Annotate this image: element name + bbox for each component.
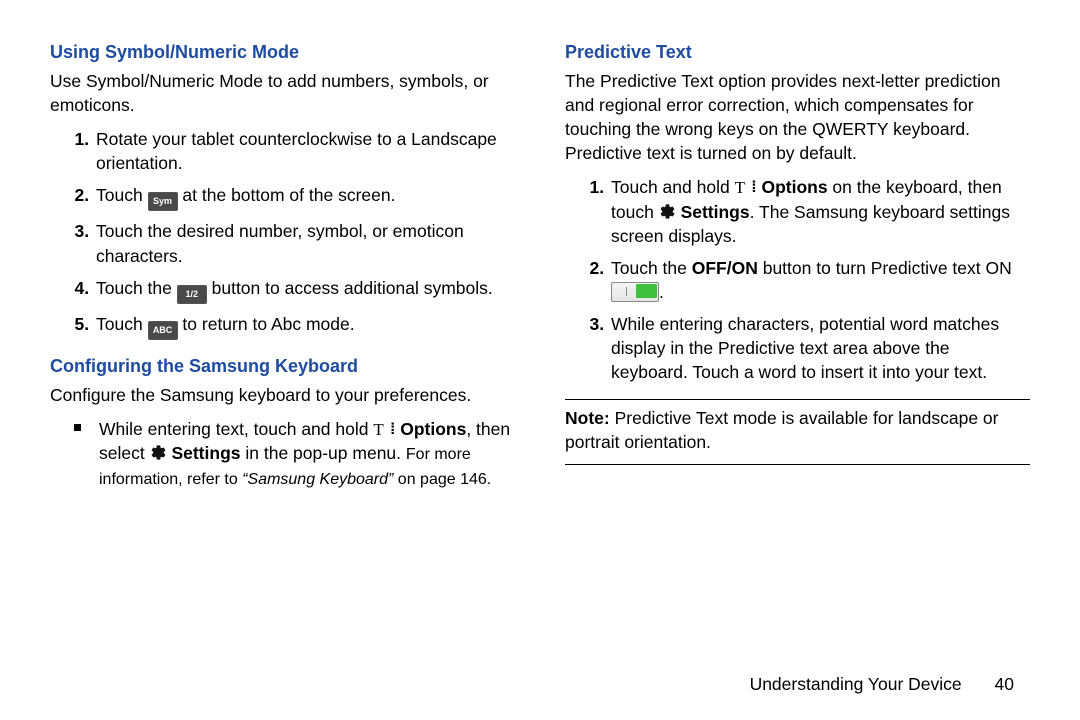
- predictive-note: Note: Predictive Text mode is available …: [565, 406, 1030, 454]
- cfg-d: on page 146.: [393, 471, 491, 488]
- left-column: Using Symbol/Numeric Mode Use Symbol/Num…: [50, 40, 515, 491]
- divider-bottom: [565, 464, 1030, 465]
- p1-settings: Settings: [681, 202, 750, 222]
- p1a: Touch and hold: [611, 177, 735, 197]
- step-5-text-a: Touch: [96, 314, 148, 334]
- gear-icon: [150, 444, 167, 461]
- t-options-icon: [373, 421, 395, 438]
- symbolic-intro: Use Symbol/Numeric Mode to add numbers, …: [50, 69, 515, 117]
- cfg-b: in the pop-up menu.: [241, 443, 406, 463]
- note-text: Predictive Text mode is available for la…: [565, 408, 999, 452]
- step-4-text-a: Touch the: [96, 278, 177, 298]
- gear-icon: [659, 203, 676, 220]
- abc-key-icon: ABC: [148, 321, 178, 340]
- p-step-1: Touch and hold Options on the keyboard, …: [609, 175, 1030, 247]
- cfg-ref: “Samsung Keyboard”: [242, 471, 393, 488]
- configure-intro: Configure the Samsung keyboard to your p…: [50, 383, 515, 407]
- heading-configure-keyboard: Configuring the Samsung Keyboard: [50, 354, 515, 379]
- predictive-steps: Touch and hold Options on the keyboard, …: [565, 175, 1030, 384]
- options-label: Options: [400, 419, 466, 439]
- p-step-3: While entering characters, potential wor…: [609, 312, 1030, 384]
- p2c: .: [659, 282, 664, 302]
- page-body: Using Symbol/Numeric Mode Use Symbol/Num…: [0, 0, 1080, 501]
- sym-key-icon: Sym: [148, 192, 178, 211]
- symbolic-steps: Rotate your tablet counterclockwise to a…: [50, 127, 515, 340]
- p2b: button to turn Predictive text ON: [758, 258, 1012, 278]
- predictive-intro: The Predictive Text option provides next…: [565, 69, 1030, 166]
- p-step-2: Touch the OFF/ON button to turn Predicti…: [609, 256, 1030, 304]
- divider-top: [565, 399, 1030, 400]
- step-5-text-b: to return to Abc mode.: [178, 314, 355, 334]
- step-5: Touch ABC to return to Abc mode.: [94, 312, 515, 340]
- step-2-text-a: Touch: [96, 185, 148, 205]
- p1-options: Options: [761, 177, 827, 197]
- configure-bullet-text: While entering text, touch and hold Opti…: [99, 417, 515, 491]
- footer-section: Understanding Your Device: [750, 674, 962, 694]
- one-two-key-icon: 1/2: [177, 285, 207, 304]
- cfg-a: While entering text, touch and hold: [99, 419, 373, 439]
- square-bullet-icon: [74, 424, 81, 431]
- on-toggle-icon: [611, 282, 659, 302]
- step-4-text-b: button to access additional symbols.: [207, 278, 493, 298]
- p2a: Touch the: [611, 258, 692, 278]
- step-2: Touch Sym at the bottom of the screen.: [94, 183, 515, 211]
- settings-label: Settings: [171, 443, 240, 463]
- configure-bullet: While entering text, touch and hold Opti…: [74, 417, 515, 491]
- page-footer: Understanding Your Device 40: [750, 672, 1014, 696]
- footer-page-number: 40: [995, 672, 1014, 696]
- heading-symbolic-mode: Using Symbol/Numeric Mode: [50, 40, 515, 65]
- p2-offon: OFF/ON: [692, 258, 758, 278]
- step-4: Touch the 1/2 button to access additiona…: [94, 276, 515, 304]
- note-label: Note:: [565, 408, 610, 428]
- step-2-text-b: at the bottom of the screen.: [178, 185, 396, 205]
- t-options-icon: [735, 179, 757, 196]
- right-column: Predictive Text The Predictive Text opti…: [565, 40, 1030, 491]
- step-1: Rotate your tablet counterclockwise to a…: [94, 127, 515, 175]
- step-3: Touch the desired number, symbol, or emo…: [94, 219, 515, 267]
- heading-predictive-text: Predictive Text: [565, 40, 1030, 65]
